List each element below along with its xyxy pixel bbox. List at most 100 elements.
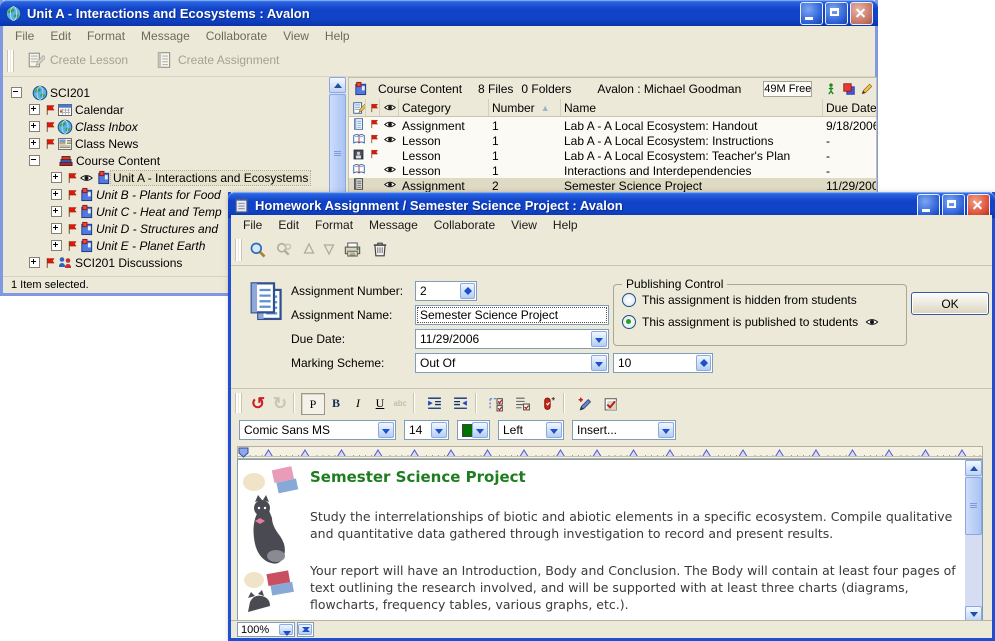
spinner-buttons[interactable]: [696, 355, 711, 371]
list-row[interactable]: Lesson 1 Lab A - A Local Ecosystem: Inst…: [349, 133, 876, 148]
toolbar-grip[interactable]: [239, 393, 241, 413]
tree-item-sci201-discussions[interactable]: SCI201 Discussions: [3, 254, 184, 271]
select-items-button[interactable]: [485, 393, 507, 413]
chevron-down-icon[interactable]: [658, 422, 674, 438]
chevron-down-icon[interactable]: [546, 422, 562, 438]
column-number[interactable]: Number▲: [489, 99, 561, 116]
chevron-down-icon[interactable]: [472, 422, 488, 438]
print-icon[interactable]: [343, 240, 362, 259]
tree-item-unit-e[interactable]: Unit E - Planet Earth: [3, 237, 207, 254]
ok-button[interactable]: OK: [911, 292, 989, 315]
minimize-button[interactable]: [917, 194, 940, 217]
expand-box-icon[interactable]: [51, 189, 62, 200]
chevron-down-icon[interactable]: [431, 422, 447, 438]
hidden-option-row[interactable]: This assignment is hidden from students: [622, 293, 857, 307]
italic-button[interactable]: I: [347, 393, 369, 413]
layers-icon[interactable]: [842, 82, 856, 96]
chevron-down-icon[interactable]: [591, 355, 607, 371]
list-row[interactable]: Lesson 1 Lab A - A Local Ecosystem: Teac…: [349, 148, 876, 163]
menu-format[interactable]: Format: [307, 216, 361, 234]
delete-icon[interactable]: [371, 240, 389, 258]
column-eye[interactable]: [380, 99, 399, 116]
menu-collaborate[interactable]: Collaborate: [426, 216, 503, 234]
tree-item-unit-a[interactable]: Unit A - Interactions and Ecosystems: [3, 169, 310, 186]
create-lesson-button[interactable]: Create Lesson: [27, 51, 128, 69]
menu-help[interactable]: Help: [317, 27, 358, 45]
collapse-box-icon[interactable]: [29, 155, 40, 166]
alignment-combo[interactable]: Left: [498, 420, 564, 440]
menu-message[interactable]: Message: [361, 216, 426, 234]
editor-canvas[interactable]: Semester Science Project Study the inter…: [237, 459, 983, 621]
font-family-combo[interactable]: Comic Sans MS: [239, 420, 396, 440]
create-assignment-button[interactable]: Create Assignment: [155, 51, 279, 69]
expand-box-icon[interactable]: [29, 138, 40, 149]
expand-box-icon[interactable]: [51, 223, 62, 234]
scroll-down-arrow[interactable]: [965, 606, 982, 621]
menu-edit[interactable]: Edit: [270, 216, 307, 234]
expand-box-icon[interactable]: [29, 257, 40, 268]
menu-collaborate[interactable]: Collaborate: [198, 27, 275, 45]
chevron-down-icon[interactable]: [279, 624, 293, 635]
radio-published[interactable]: [622, 315, 636, 329]
column-flag[interactable]: [366, 99, 380, 116]
scroll-up-arrow[interactable]: [329, 77, 346, 93]
menu-file[interactable]: File: [235, 216, 270, 234]
published-option-row[interactable]: This assignment is published to students: [622, 315, 880, 329]
menu-format[interactable]: Format: [79, 27, 133, 45]
underline-button[interactable]: U: [369, 393, 391, 413]
scroll-thumb[interactable]: [965, 477, 982, 535]
font-size-combo[interactable]: 14: [404, 420, 449, 440]
chevron-down-icon[interactable]: [378, 422, 394, 438]
font-color-combo[interactable]: [457, 420, 490, 440]
tree-item-class-inbox[interactable]: Class Inbox: [3, 118, 140, 135]
collapse-box-icon[interactable]: [11, 87, 22, 98]
person-permission-icon[interactable]: [824, 82, 838, 96]
expand-box-icon[interactable]: [51, 172, 62, 183]
marking-scheme-combo[interactable]: Out Of: [415, 353, 609, 373]
column-name[interactable]: Name: [561, 99, 823, 116]
undo-button[interactable]: ↺: [247, 393, 269, 413]
tree-item-calendar[interactable]: Calendar: [3, 101, 126, 118]
marker-check-button[interactable]: [537, 393, 559, 413]
list-row-selected[interactable]: Assignment 2 Semester Science Project 11…: [349, 178, 876, 193]
insert-combo[interactable]: Insert...: [572, 420, 676, 440]
column-category[interactable]: Category: [399, 99, 489, 116]
assignment-number-spinner[interactable]: 2: [415, 281, 477, 301]
tree-item-unit-b[interactable]: Unit B - Plants for Food: [3, 186, 223, 203]
radio-hidden[interactable]: [622, 293, 636, 307]
list-checkbox-button[interactable]: [511, 393, 533, 413]
menu-file[interactable]: File: [7, 27, 42, 45]
toolbar-grip[interactable]: [239, 239, 241, 261]
maximize-button[interactable]: [825, 2, 848, 25]
bold-button[interactable]: B: [325, 393, 347, 413]
column-item-icon[interactable]: [349, 99, 366, 116]
expand-box-icon[interactable]: [29, 121, 40, 132]
menu-help[interactable]: Help: [545, 216, 586, 234]
toolbar-grip[interactable]: [11, 50, 13, 72]
menu-view[interactable]: View: [503, 216, 545, 234]
list-row[interactable]: Assignment 1 Lab A - A Local Ecosystem: …: [349, 118, 876, 133]
next-item-icon[interactable]: [321, 241, 337, 257]
search-again-icon[interactable]: [275, 241, 293, 259]
course-window-titlebar[interactable]: Unit A - Interactions and Ecosystems : A…: [0, 0, 878, 26]
menu-message[interactable]: Message: [133, 27, 198, 45]
tree-item-course-content[interactable]: Course Content: [3, 152, 162, 169]
expand-box-icon[interactable]: [51, 240, 62, 251]
approve-button[interactable]: [599, 393, 621, 413]
column-due-date[interactable]: Due Date: [823, 99, 876, 116]
zoom-spinner[interactable]: [297, 622, 314, 637]
search-icon[interactable]: [249, 241, 267, 259]
marking-points-spinner[interactable]: 10: [613, 353, 713, 373]
indent-button[interactable]: [423, 393, 445, 413]
menu-view[interactable]: View: [275, 27, 317, 45]
outdent-button[interactable]: [449, 393, 471, 413]
due-date-combo[interactable]: 11/29/2006: [415, 329, 609, 349]
expand-box-icon[interactable]: [51, 206, 62, 217]
tree-item-unit-c[interactable]: Unit C - Heat and Temp: [3, 203, 224, 220]
zoom-level-combo[interactable]: 100%: [237, 622, 295, 637]
assignment-name-input[interactable]: Semester Science Project: [415, 305, 609, 325]
editor-scrollbar[interactable]: [965, 460, 982, 621]
maximize-button[interactable]: [942, 194, 965, 217]
pencil-icon[interactable]: [860, 82, 874, 96]
close-button[interactable]: [967, 194, 990, 217]
